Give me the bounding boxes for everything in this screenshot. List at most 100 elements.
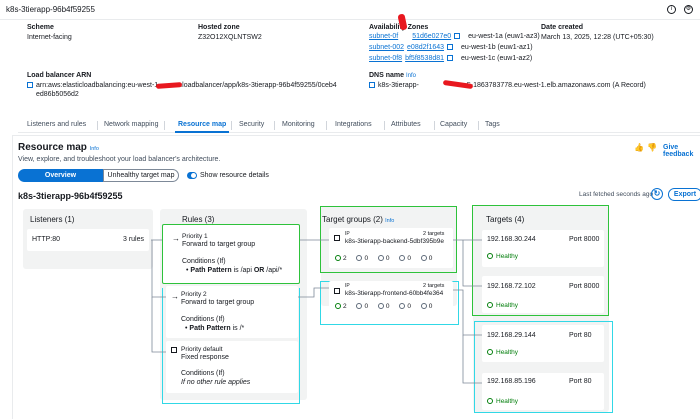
target-status: Healthy bbox=[487, 398, 518, 405]
thumbs-up-icon[interactable]: 👍 bbox=[634, 143, 644, 152]
give-feedback-link[interactable]: Give feedback bbox=[663, 144, 700, 158]
subnet-link[interactable]: subnet-0f bbox=[369, 33, 398, 40]
arrow-right-icon: → bbox=[172, 234, 180, 243]
dns-label: DNS name bbox=[369, 72, 405, 79]
target-ip: 192.168.72.102 bbox=[487, 283, 536, 290]
target-group-card[interactable]: IP 2 targets k8s-3tierapp-frontend-60bb4… bbox=[329, 281, 453, 321]
show-details-toggle[interactable] bbox=[187, 172, 197, 179]
copy-icon[interactable] bbox=[27, 82, 33, 88]
arn-end: :loadbalancer/app/k8s-3tierapp-96b4f5925… bbox=[180, 82, 337, 89]
resource-map-subtitle: View, explore, and troubleshoot your loa… bbox=[18, 156, 221, 163]
target-status: Healthy bbox=[487, 302, 518, 309]
arn-label: Load balancer ARN bbox=[27, 72, 92, 79]
target-ip: 192.168.85.196 bbox=[487, 378, 536, 385]
hosted-zone-label: Hosted zone bbox=[198, 24, 240, 31]
resource-map-title: Resource map bbox=[18, 142, 87, 153]
target-groups-title: Target groups (2) bbox=[322, 215, 383, 224]
tab-bar: Listeners and rules Network mapping Reso… bbox=[18, 118, 700, 133]
copy-icon[interactable] bbox=[369, 82, 375, 88]
target-status: Healthy bbox=[487, 349, 518, 356]
listener-card[interactable]: HTTP:80 3 rules bbox=[27, 229, 149, 251]
target-card[interactable]: 192.168.30.244 Port 8000 Healthy bbox=[482, 230, 604, 267]
external-link-icon[interactable] bbox=[447, 55, 454, 61]
az-row: subnet-0f8 bf5f8538d81 eu-west-1c (euw1-a… bbox=[369, 55, 532, 62]
target-group-name: k8s-3tierapp-backend-5dbf395b9e bbox=[345, 238, 445, 245]
settings-icon[interactable]: ⚙ bbox=[684, 5, 693, 14]
target-card[interactable]: 192.168.29.144 Port 80 Healthy bbox=[482, 325, 604, 362]
target-group-card[interactable]: IP 2 targets k8s-3tierapp-backend-5dbf39… bbox=[329, 228, 453, 268]
tab-security[interactable]: Security bbox=[239, 121, 264, 128]
tab-capacity[interactable]: Capacity bbox=[440, 121, 467, 128]
target-group-type: IP bbox=[345, 283, 350, 289]
overview-button[interactable]: Overview bbox=[18, 169, 103, 182]
draining-status-icon bbox=[399, 303, 406, 309]
dns-value: k8s-3tierapp- 5-1863783778.eu-west-1.elb.… bbox=[369, 82, 646, 89]
window-title: k8s-3tierapp-96b4f59255 bbox=[6, 5, 95, 14]
healthy-status-icon bbox=[335, 255, 341, 261]
tab-monitoring[interactable]: Monitoring bbox=[282, 121, 315, 128]
listener-name: HTTP:80 bbox=[32, 236, 61, 243]
export-button[interactable]: Export bbox=[668, 188, 700, 201]
target-group-icon bbox=[334, 235, 340, 241]
targets-title: Targets (4) bbox=[486, 215, 525, 224]
az-row: subnet-002 e08d2f1643 eu-west-1b (euw1-az… bbox=[369, 44, 533, 51]
rule-conditions-label: Conditions (If) bbox=[182, 258, 226, 265]
subnet-link-tail[interactable]: 51d6e027e0 bbox=[412, 33, 451, 40]
tab-integrations[interactable]: Integrations bbox=[335, 121, 372, 128]
subnet-link[interactable]: subnet-0f8 bbox=[369, 55, 402, 62]
condition-tail: /api/* bbox=[264, 267, 283, 274]
arn-line2: ed86b5056d2 bbox=[36, 91, 79, 98]
show-details-label: Show resource details bbox=[200, 172, 269, 179]
target-status: Healthy bbox=[487, 253, 518, 260]
tab-network-mapping[interactable]: Network mapping bbox=[104, 121, 158, 128]
target-ip: 192.168.30.244 bbox=[487, 236, 536, 243]
dns-label-row: DNS name Info bbox=[369, 72, 416, 79]
refresh-button[interactable]: ↻ bbox=[651, 188, 663, 200]
info-circle-icon[interactable]: i bbox=[667, 5, 676, 14]
target-group-count: 2 targets bbox=[423, 283, 445, 289]
subnet-link-tail[interactable]: bf5f8538d81 bbox=[405, 55, 444, 62]
dns-info-link[interactable]: Info bbox=[406, 73, 416, 79]
target-group-stats: 2 0 0 0 0 bbox=[335, 303, 432, 310]
az-zone: eu-west-1a (euw1-az3) bbox=[468, 33, 540, 40]
date-created-value: March 13, 2025, 12:28 (UTC+05:30) bbox=[541, 34, 654, 41]
listeners-title: Listeners (1) bbox=[30, 215, 75, 224]
tab-tags[interactable]: Tags bbox=[485, 121, 500, 128]
check-circle-icon bbox=[487, 398, 493, 404]
target-port: Port 80 bbox=[569, 332, 592, 339]
tab-listeners-and-rules[interactable]: Listeners and rules bbox=[27, 121, 86, 128]
resource-map-info-link[interactable]: Info bbox=[90, 146, 99, 152]
scheme-value: Internet-facing bbox=[27, 34, 72, 41]
tab-resource-map[interactable]: Resource map bbox=[174, 121, 230, 133]
target-card[interactable]: 192.168.85.196 Port 80 Healthy bbox=[482, 373, 604, 410]
target-groups-heading: Target groups (2) Info bbox=[322, 215, 394, 224]
subnet-link-tail[interactable]: e08d2f1643 bbox=[407, 44, 444, 51]
rule-card[interactable]: → Priority 1 Forward to target group Con… bbox=[162, 224, 300, 284]
rule-action: Forward to target group bbox=[182, 241, 256, 248]
dns-end: 5-1863783778.eu-west-1.elb.amazonaws.com… bbox=[466, 82, 646, 89]
unavailable-status-icon bbox=[420, 303, 427, 309]
target-groups-info-link[interactable]: Info bbox=[385, 218, 394, 224]
tab-attributes[interactable]: Attributes bbox=[391, 121, 421, 128]
unused-status-icon bbox=[377, 303, 384, 309]
hosted-zone-value: Z32O12XQLNTSW2 bbox=[198, 34, 262, 41]
healthy-status-icon bbox=[335, 303, 341, 309]
subnet-link[interactable]: subnet-002 bbox=[369, 44, 404, 51]
target-group-type: IP bbox=[345, 231, 350, 237]
target-group-stats: 2 0 0 0 0 bbox=[335, 255, 432, 262]
target-group-count: 2 targets bbox=[423, 231, 445, 237]
condition-text: is /api bbox=[231, 267, 254, 274]
external-link-icon[interactable] bbox=[447, 44, 454, 50]
highlight-outline bbox=[162, 288, 300, 404]
lb-name: k8s-3tierapp-96b4f59255 bbox=[18, 191, 123, 201]
unhealthy-status-icon bbox=[356, 303, 363, 309]
unhealthy-status-icon bbox=[356, 255, 363, 261]
external-link-icon[interactable] bbox=[454, 33, 461, 39]
thumbs-down-icon[interactable]: 👎 bbox=[647, 143, 657, 152]
target-card[interactable]: 192.168.72.102 Port 8000 Healthy bbox=[482, 276, 604, 313]
listener-rules-count: 3 rules bbox=[123, 236, 145, 243]
az-zone: eu-west-1c (euw1-az2) bbox=[460, 55, 533, 62]
draining-status-icon bbox=[399, 255, 406, 261]
unhealthy-target-map-button[interactable]: Unhealthy target map bbox=[103, 169, 179, 182]
top-bar: k8s-3tierapp-96b4f59255 i ⚙ bbox=[0, 0, 700, 20]
